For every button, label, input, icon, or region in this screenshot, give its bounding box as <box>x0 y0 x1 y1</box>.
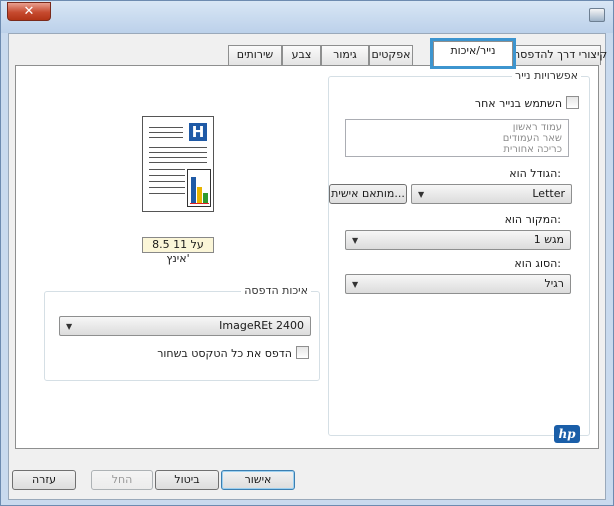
hp-logo: hp <box>554 425 580 443</box>
list-item-back-cover[interactable]: כריכה אחורית <box>352 144 562 155</box>
use-different-paper-label: השתמש בנייר אחר <box>474 97 562 110</box>
paper-size-dropdown[interactable]: Letter ▼ <box>411 184 572 204</box>
page-preview-image: H <box>142 116 214 212</box>
paper-type-value: רגיל <box>544 277 564 290</box>
tab-effects[interactable]: אפקטים <box>369 45 413 65</box>
paper-size-caption: 8.5 על 11 אינץ' <box>142 237 214 265</box>
paper-type-dropdown[interactable]: רגיל ▼ <box>345 274 571 294</box>
close-button[interactable]: ✕ <box>7 2 51 21</box>
help-button[interactable]: עזרה <box>12 470 76 490</box>
ok-button[interactable]: אישור <box>221 470 295 490</box>
custom-size-button[interactable]: מותאם אישית... <box>329 184 407 204</box>
print-text-black-label: הדפס את כל הטקסט בשחור <box>157 347 292 360</box>
tab-services[interactable]: שירותים <box>228 45 282 65</box>
tab-paper-quality[interactable]: נייר/איכות <box>430 38 516 69</box>
list-item-first-page[interactable]: עמוד ראשון <box>352 122 562 133</box>
printer-properties-window: ✕ קיצורי דרך להדפסה נייר/איכות אפקטים גי… <box>0 0 614 506</box>
tab-color[interactable]: צבע <box>282 45 321 65</box>
paper-options-legend: אפשרויות נייר <box>512 69 581 82</box>
paper-source-value: מגש 1 <box>533 233 564 246</box>
tab-finishing[interactable]: גימור <box>321 45 369 65</box>
use-different-paper-checkbox[interactable]: השתמש בנייר אחר <box>475 96 579 110</box>
paper-size-label: הגודל הוא: <box>509 167 561 180</box>
chevron-down-icon: ▼ <box>418 190 425 199</box>
paper-options-group: אפשרויות נייר השתמש בנייר אחר עמוד ראשון… <box>328 69 590 436</box>
printer-icon <box>589 8 605 22</box>
paper-size-value: Letter <box>532 187 565 200</box>
resolution-value: ImageREt 2400 <box>219 319 304 332</box>
checkbox-box[interactable] <box>566 96 579 109</box>
title-bar[interactable]: ✕ <box>1 1 613 33</box>
chevron-down-icon: ▼ <box>352 236 359 245</box>
paper-quality-panel: אפשרויות נייר השתמש בנייר אחר עמוד ראשון… <box>15 65 599 449</box>
paper-source-dropdown[interactable]: מגש 1 ▼ <box>345 230 571 250</box>
apply-button[interactable]: החל <box>91 470 153 490</box>
checkbox-box[interactable] <box>296 346 309 359</box>
chevron-down-icon: ▼ <box>352 280 359 289</box>
print-text-black-checkbox[interactable]: הדפס את כל הטקסט בשחור <box>157 346 309 360</box>
paper-source-label: המקור הוא: <box>504 213 561 226</box>
tab-printing-shortcuts[interactable]: קיצורי דרך להדפסה <box>512 45 607 65</box>
bar-chart-icon <box>187 169 211 207</box>
print-quality-legend: איכות הדפסה <box>241 284 311 297</box>
page-list[interactable]: עמוד ראשון שאר העמודים כריכה אחורית <box>345 119 569 157</box>
chevron-down-icon: ▼ <box>66 322 73 331</box>
paper-type-label: הסוג הוא: <box>514 257 561 270</box>
hp-badge-icon: H <box>189 123 207 141</box>
dialog-client-area: קיצורי דרך להדפסה נייר/איכות אפקטים גימו… <box>8 33 607 500</box>
resolution-dropdown[interactable]: ImageREt 2400 ▼ <box>59 316 311 336</box>
list-item-other-pages[interactable]: שאר העמודים <box>352 133 562 144</box>
print-quality-group: איכות הדפסה ImageREt 2400 ▼ הדפס את כל ה… <box>44 284 320 381</box>
cancel-button[interactable]: ביטול <box>155 470 219 490</box>
